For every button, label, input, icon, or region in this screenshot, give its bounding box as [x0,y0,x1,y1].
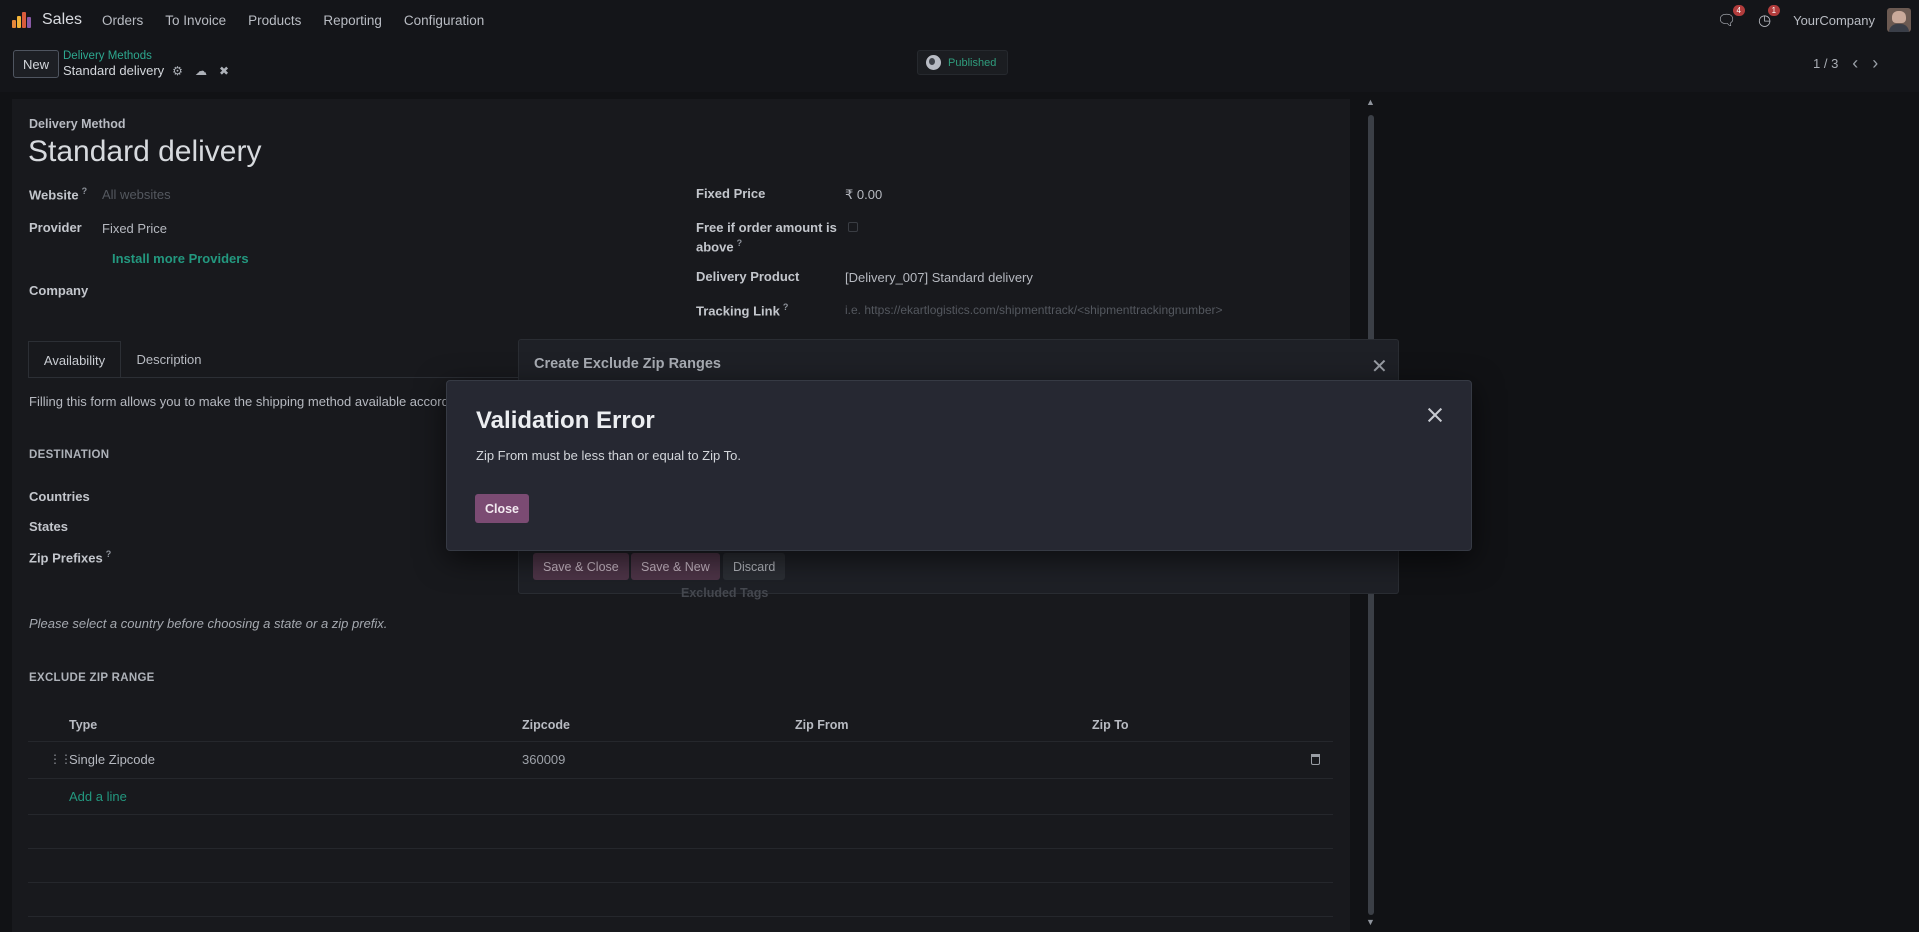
dialog-close-icon[interactable] [1425,405,1445,425]
dialog-message: Zip From must be less than or equal to Z… [476,448,741,463]
save-close-button[interactable]: Save & Close [533,553,629,580]
dialog-title: Validation Error [476,407,655,434]
save-new-button[interactable]: Save & New [631,553,720,580]
close-button[interactable]: Close [475,494,529,523]
discard-button[interactable]: Discard [723,553,786,580]
create-exclude-zip-title: Create Exclude Zip Ranges [534,356,721,372]
close-icon[interactable]: ✕ [1371,354,1388,379]
validation-error-dialog: Validation Error Zip From must be less t… [446,380,1472,551]
excluded-tags-label: Excluded Tags [681,586,769,600]
